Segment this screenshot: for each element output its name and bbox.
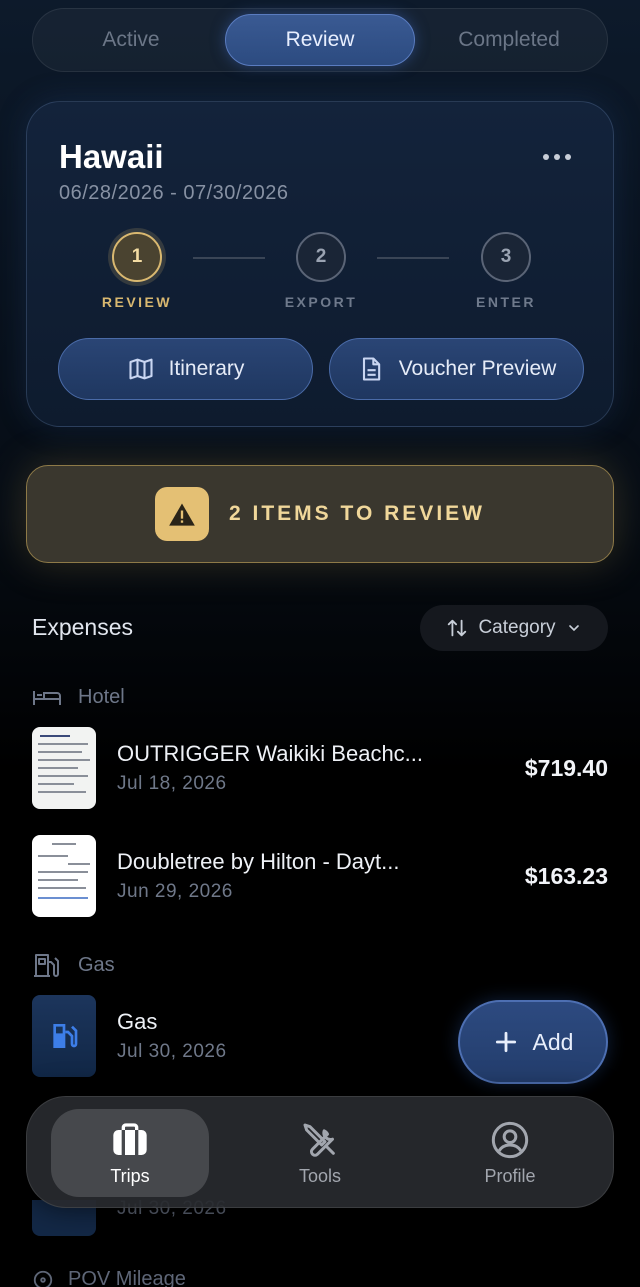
segment-completed[interactable]: Completed [415,14,603,66]
document-icon [362,357,380,381]
review-count-text: 2 ITEMS TO REVIEW [229,502,485,525]
category-label: POV Mileage [68,1268,186,1287]
bottom-tab-bar: Trips Tools Profile [26,1096,614,1208]
segment-review[interactable]: Review [225,14,415,66]
tab-label: Profile [484,1165,536,1186]
trip-dates: 06/28/2026 - 07/30/2026 [59,182,289,204]
trip-card: Hawaii 06/28/2026 - 07/30/2026 1 REVIEW … [26,101,614,427]
expense-amount: $719.40 [524,755,608,781]
more-options-icon[interactable] [543,154,571,162]
step-export: 2 EXPORT [261,232,381,310]
itinerary-button[interactable]: Itinerary [58,338,313,400]
warning-icon [155,487,209,541]
sort-category-button[interactable]: Category [420,605,608,651]
step-label: EXPORT [284,294,358,310]
step-number: 2 [296,232,346,282]
expense-name: Gas [117,1009,158,1034]
category-gas: Gas [32,952,115,978]
briefcase-icon [113,1122,147,1155]
trip-title: Hawaii [59,138,164,175]
expense-date: Jul 18, 2026 [117,773,227,794]
add-expense-button[interactable]: Add [458,1000,608,1084]
receipt-thumbnail [32,727,96,809]
step-review: 1 REVIEW [77,232,197,310]
tab-label: Tools [298,1165,342,1186]
expense-date: Jul 30, 2026 [117,1041,227,1062]
step-number: 1 [112,232,162,282]
tab-tools[interactable]: Tools [241,1109,399,1197]
voucher-preview-label: Voucher Preview [398,357,557,380]
tab-profile[interactable]: Profile [431,1109,589,1197]
expense-row[interactable]: OUTRIGGER Waikiki Beachc... Jul 18, 2026… [32,727,608,811]
step-label: REVIEW [101,294,173,310]
gas-pump-icon [34,954,59,977]
steering-wheel-icon [33,1270,53,1287]
expenses-title: Expenses [32,614,134,640]
expense-name: OUTRIGGER Waikiki Beachc... [117,741,424,766]
category-pov-mileage: POV Mileage [32,1268,186,1287]
plus-icon [495,1031,516,1053]
items-to-review-banner[interactable]: 2 ITEMS TO REVIEW [26,465,614,563]
profile-icon [491,1121,529,1158]
itinerary-label: Itinerary [168,357,245,380]
step-connector [377,257,449,259]
sort-label: Category [478,617,556,638]
bed-icon [33,691,61,705]
expense-date: Jun 29, 2026 [117,881,233,902]
segment-active[interactable]: Active [37,14,225,66]
step-connector [193,257,265,259]
chevron-down-icon [568,625,579,632]
tools-icon [303,1123,335,1157]
status-segmented-control: Active Review Completed [32,8,608,72]
tab-trips[interactable]: Trips [51,1109,209,1197]
step-number: 3 [481,232,531,282]
category-label: Gas [78,953,115,976]
category-hotel: Hotel [32,684,125,710]
add-label: Add [532,1028,574,1055]
receipt-thumbnail [32,835,96,917]
category-label: Hotel [78,685,125,708]
expense-name: Doubletree by Hilton - Dayt... [117,849,400,874]
step-enter: 3 ENTER [446,232,566,310]
map-icon [129,358,153,380]
step-label: ENTER [476,294,536,310]
voucher-preview-button[interactable]: Voucher Preview [329,338,584,400]
gas-pump-thumbnail-icon [32,995,96,1077]
expense-amount: $163.23 [524,863,608,889]
tab-label: Trips [110,1165,150,1186]
sort-icon [448,619,467,637]
expense-row[interactable]: Doubletree by Hilton - Dayt... Jun 29, 2… [32,835,608,919]
